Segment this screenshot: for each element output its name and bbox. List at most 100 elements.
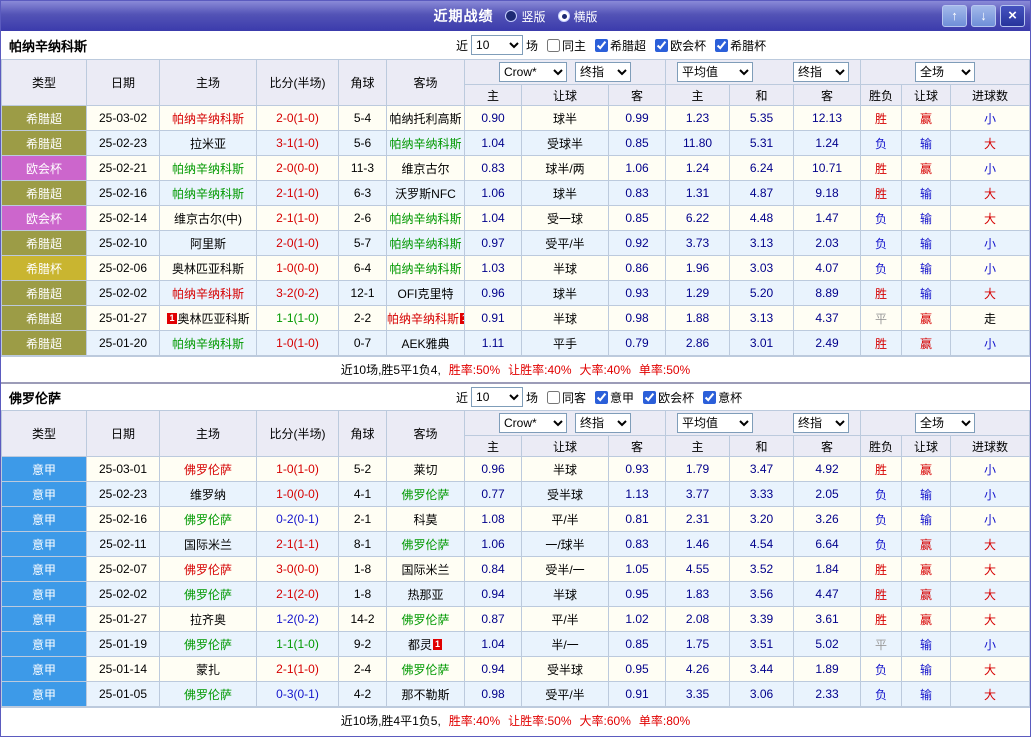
euro-draw-odds: 6.24 (730, 156, 794, 181)
league-checkbox[interactable] (703, 391, 716, 404)
asian-handicap: 受半/一 (522, 557, 609, 582)
match-row: 意甲25-02-02佛罗伦萨2-1(2-0)1-8热那亚0.94半球0.951.… (2, 582, 1030, 607)
home-team: 维京古尔(中) (160, 206, 257, 231)
corner-count: 5-7 (339, 231, 387, 256)
scope-select[interactable]: 全场 (915, 62, 975, 82)
euro-away-odds: 10.71 (794, 156, 861, 181)
result-goals: 小 (951, 156, 1030, 181)
euro-avg-select[interactable]: 平均值 (677, 413, 753, 433)
asian-handicap: 受半球 (522, 657, 609, 682)
scope-select[interactable]: 全场 (915, 413, 975, 433)
euro-draw-odds: 5.35 (730, 106, 794, 131)
corner-count: 8-1 (339, 532, 387, 557)
league-filter-conference[interactable]: 欧会杯 (637, 389, 694, 406)
result-handicap: 输 (902, 181, 951, 206)
euro-draw-odds: 3.33 (730, 482, 794, 507)
euro-odds-header: 平均值 终指 (666, 60, 861, 85)
result-goals: 小 (951, 507, 1030, 532)
asian-home-odds: 0.94 (465, 657, 522, 682)
league-checkbox[interactable] (595, 39, 608, 52)
asian-odds-header: Crow* 终指 (465, 411, 666, 436)
corner-count: 4-2 (339, 682, 387, 707)
match-score: 3-0(0-0) (257, 557, 339, 582)
match-score: 0-2(0-1) (257, 507, 339, 532)
bookmaker-select[interactable]: Crow* (499, 413, 567, 433)
euro-draw-odds: 3.01 (730, 331, 794, 356)
corner-count: 5-6 (339, 131, 387, 156)
result-wdl: 负 (861, 231, 902, 256)
league-checkbox[interactable] (643, 391, 656, 404)
euro-draw-odds: 3.47 (730, 457, 794, 482)
asian-index-select[interactable]: 终指 (575, 413, 631, 433)
euro-away-odds: 5.02 (794, 632, 861, 657)
league-label: 意甲 (610, 389, 634, 406)
same-venue-filter[interactable]: 同客 (541, 389, 586, 406)
league-filter-greek-cup[interactable]: 希腊杯 (709, 37, 766, 54)
league-filter-seriea[interactable]: 意甲 (589, 389, 634, 406)
euro-home-odds: 1.29 (666, 281, 730, 306)
league-filter-coppa[interactable]: 意杯 (697, 389, 742, 406)
corner-count: 2-4 (339, 657, 387, 682)
league-badge: 意甲 (2, 482, 87, 507)
league-checkbox[interactable] (655, 39, 668, 52)
section-header: 帕纳辛纳科斯 近 10 场 同主 希腊超 欧会杯 希腊杯 (1, 31, 1030, 59)
same-venue-filter[interactable]: 同主 (541, 37, 586, 54)
col-header-away: 客场 (387, 60, 465, 106)
league-filter-greek-super[interactable]: 希腊超 (589, 37, 646, 54)
league-badge: 希腊超 (2, 281, 87, 306)
euro-home-odds: 1.83 (666, 582, 730, 607)
recent-count-select[interactable]: 10 (471, 35, 523, 55)
recent-results-window: 近期战绩 竖版 横版 ↑ ↓ × 帕纳辛纳科斯 近 10 场 同主 希腊超 欧会… (0, 0, 1031, 737)
sub-header-handicap-result: 让球 (902, 436, 951, 457)
league-filter-conference[interactable]: 欧会杯 (649, 37, 706, 54)
layout-option-horizontal[interactable]: 横版 (558, 8, 598, 25)
euro-home-odds: 3.73 (666, 231, 730, 256)
asian-index-select[interactable]: 终指 (575, 62, 631, 82)
close-button[interactable]: × (1000, 5, 1025, 27)
asian-home-odds: 0.90 (465, 106, 522, 131)
league-checkbox[interactable] (715, 39, 728, 52)
corner-count: 1-8 (339, 557, 387, 582)
asian-home-odds: 1.06 (465, 181, 522, 206)
scroll-up-button[interactable]: ↑ (942, 5, 967, 27)
match-date: 25-01-27 (87, 306, 160, 331)
home-team: 拉齐奥 (160, 607, 257, 632)
away-team: 帕纳辛纳科斯 (387, 206, 465, 231)
match-date: 25-02-02 (87, 281, 160, 306)
league-checkbox[interactable] (595, 391, 608, 404)
euro-index-select[interactable]: 终指 (793, 413, 849, 433)
sub-header-draw: 和 (730, 85, 794, 106)
asian-away-odds: 0.98 (609, 306, 666, 331)
match-row: 希腊超25-02-02帕纳辛纳科斯3-2(0-2)12-1OFI克里特0.96球… (2, 281, 1030, 306)
home-team: 佛罗伦萨 (160, 457, 257, 482)
away-team: 维京古尔 (387, 156, 465, 181)
match-date: 25-01-14 (87, 657, 160, 682)
asian-handicap: 平手 (522, 331, 609, 356)
asian-handicap: 受平/半 (522, 231, 609, 256)
euro-avg-select[interactable]: 平均值 (677, 62, 753, 82)
col-header-home: 主场 (160, 411, 257, 457)
euro-index-select[interactable]: 终指 (793, 62, 849, 82)
asian-handicap: 平/半 (522, 607, 609, 632)
league-badge: 意甲 (2, 532, 87, 557)
result-handicap: 赢 (902, 607, 951, 632)
same-venue-checkbox[interactable] (547, 39, 560, 52)
match-score: 3-2(0-2) (257, 281, 339, 306)
summary-over-rate: 大率:40% (580, 361, 631, 378)
scroll-down-button[interactable]: ↓ (971, 5, 996, 27)
match-row: 意甲25-02-11国际米兰2-1(1-1)8-1佛罗伦萨1.06一/球半0.8… (2, 532, 1030, 557)
result-handicap: 输 (902, 507, 951, 532)
recent-count-select[interactable]: 10 (471, 387, 523, 407)
asian-away-odds: 1.05 (609, 557, 666, 582)
sub-header-euro-away: 客 (794, 85, 861, 106)
result-wdl: 负 (861, 206, 902, 231)
league-badge: 欧会杯 (2, 156, 87, 181)
bookmaker-select[interactable]: Crow* (499, 62, 567, 82)
match-date: 25-02-02 (87, 582, 160, 607)
result-handicap: 输 (902, 657, 951, 682)
asian-away-odds: 0.85 (609, 206, 666, 231)
layout-option-vertical[interactable]: 竖版 (505, 8, 545, 25)
league-badge: 意甲 (2, 507, 87, 532)
same-venue-checkbox[interactable] (547, 391, 560, 404)
euro-odds-header: 平均值 终指 (666, 411, 861, 436)
